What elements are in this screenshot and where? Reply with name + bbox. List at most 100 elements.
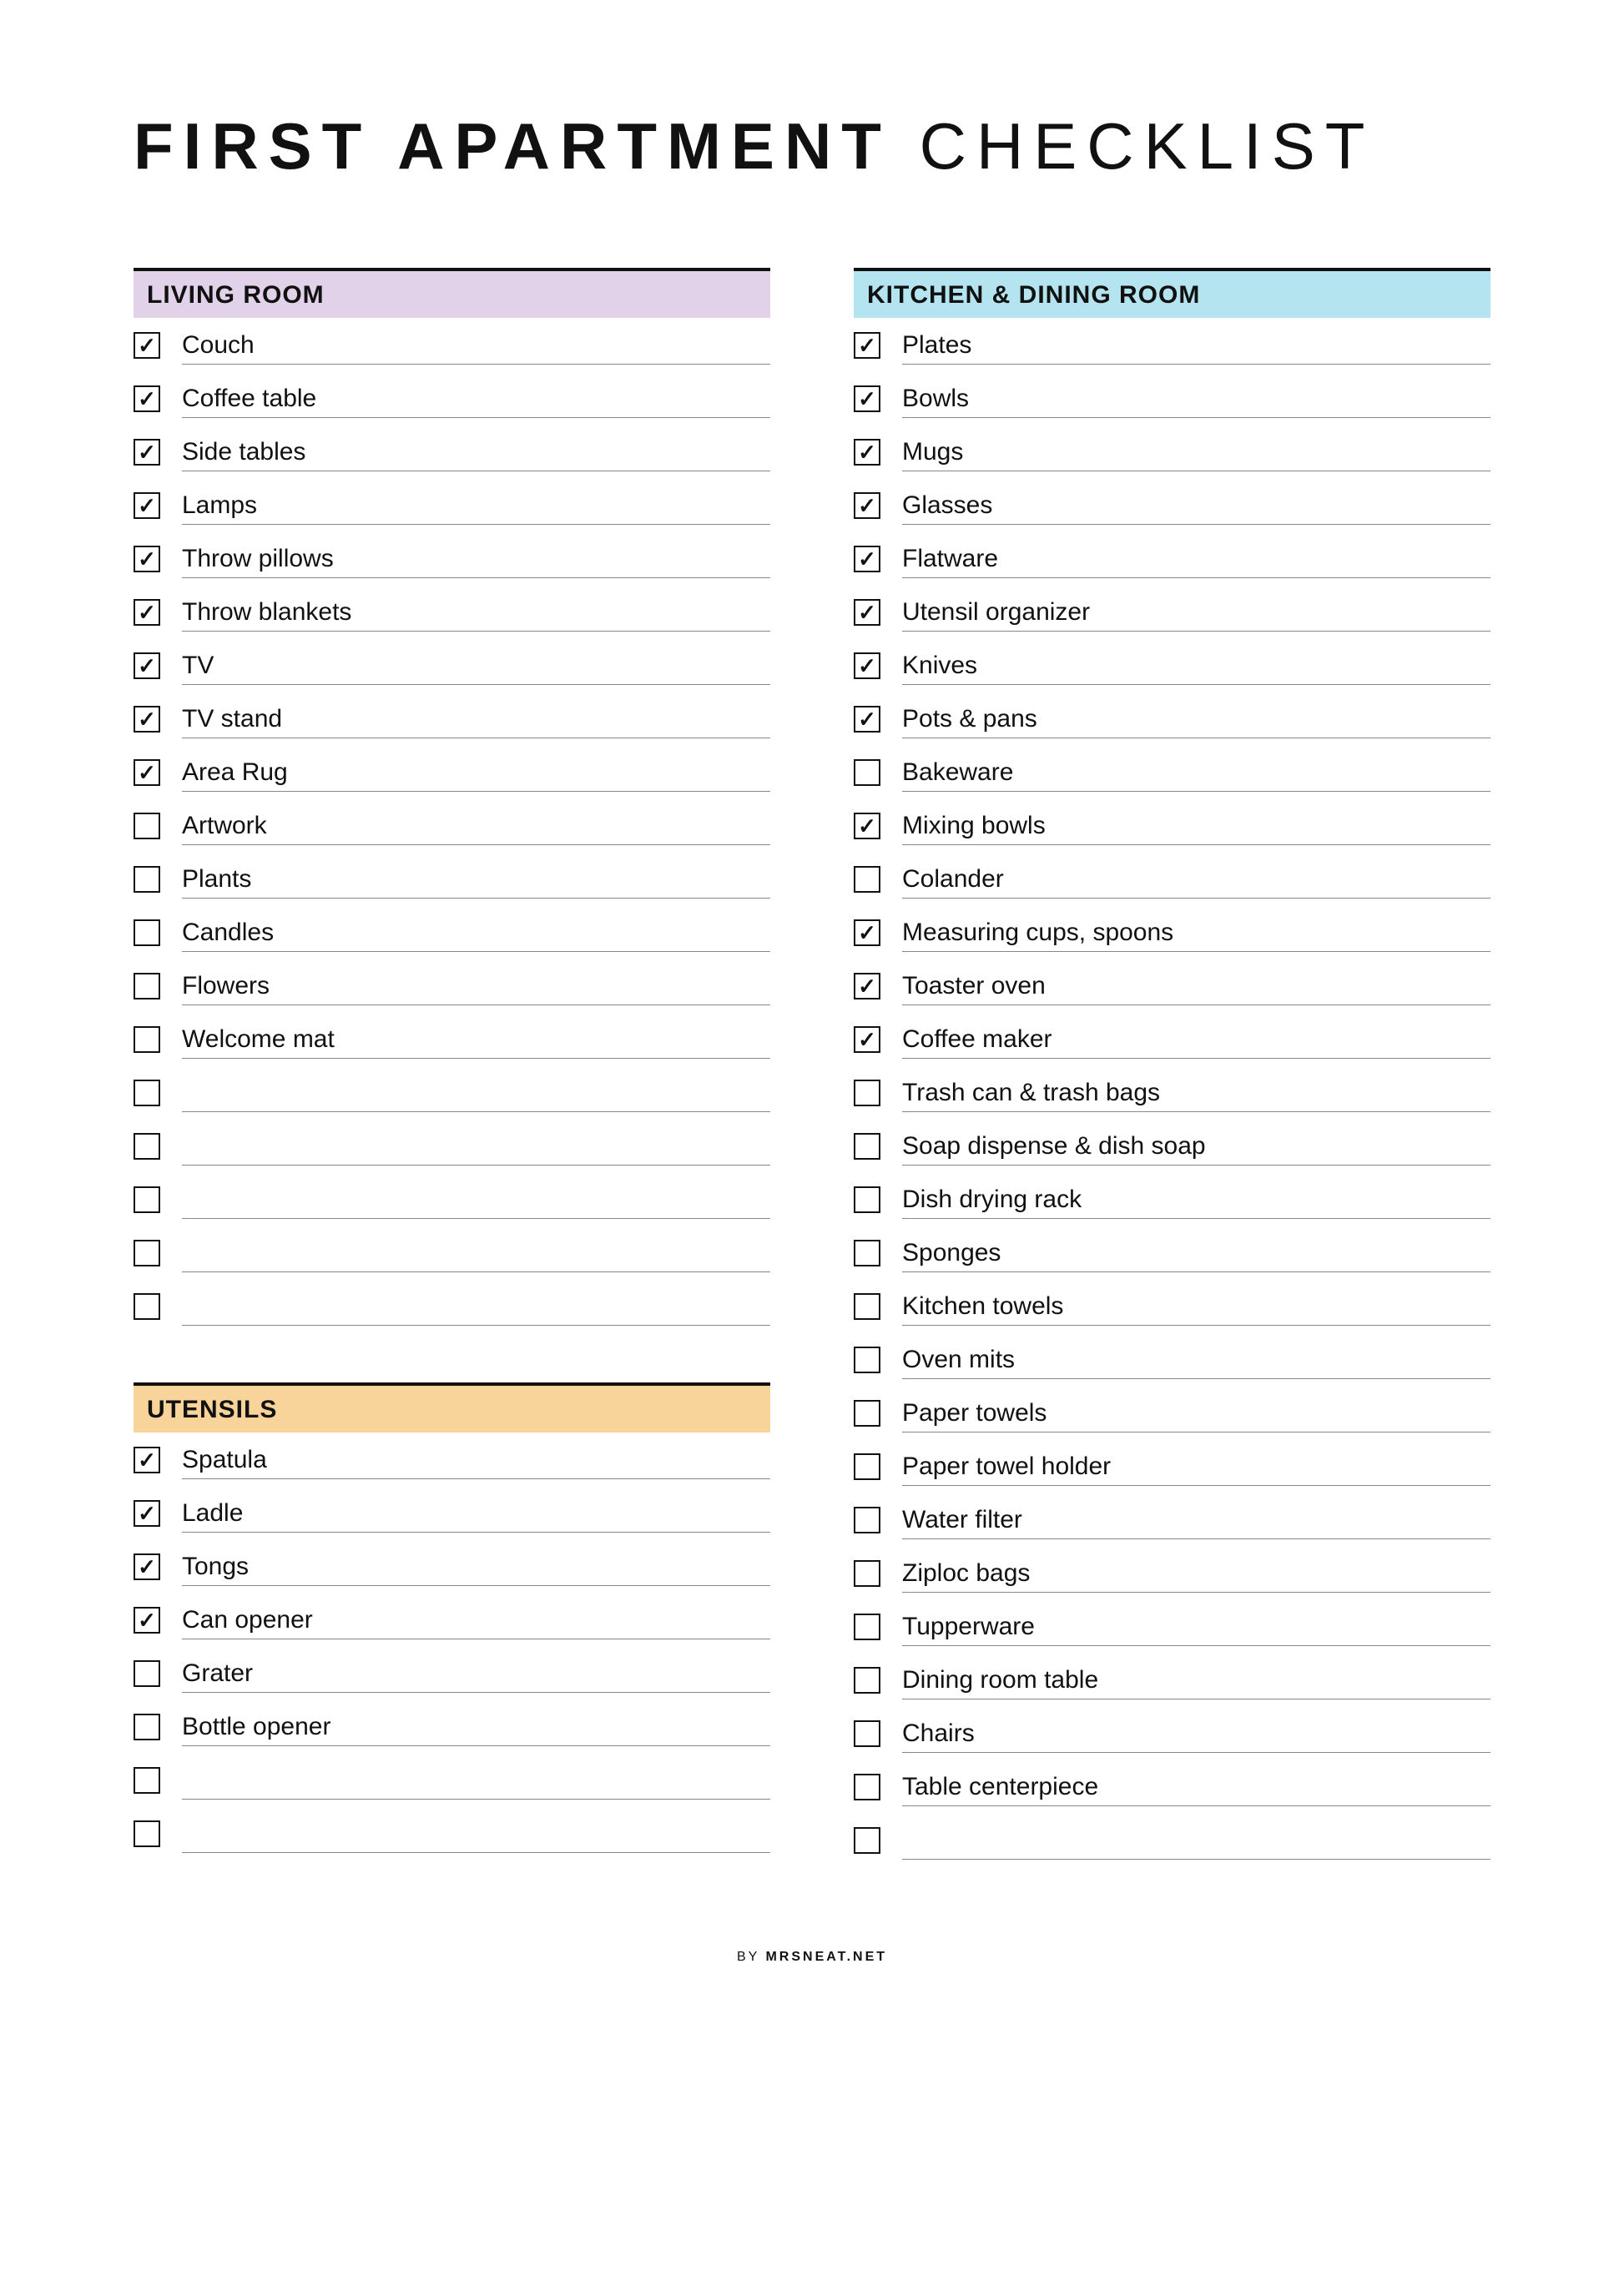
checkbox[interactable] bbox=[134, 759, 160, 786]
checkbox[interactable] bbox=[854, 1507, 880, 1533]
item-label-line: Throw pillows bbox=[182, 540, 770, 578]
checkbox[interactable] bbox=[134, 706, 160, 733]
checkbox[interactable] bbox=[854, 759, 880, 786]
checkbox[interactable] bbox=[134, 1607, 160, 1634]
column-right: KITCHEN & DINING ROOMPlatesBowlsMugsGlas… bbox=[854, 268, 1490, 1916]
checkbox[interactable] bbox=[134, 1714, 160, 1740]
checkbox[interactable] bbox=[134, 439, 160, 466]
checkbox[interactable] bbox=[134, 599, 160, 626]
item-label: Grater bbox=[182, 1659, 253, 1688]
checkbox[interactable] bbox=[854, 1614, 880, 1640]
item-label-line: Candles bbox=[182, 914, 770, 952]
section-living-room: LIVING ROOMCouchCoffee tableSide tablesL… bbox=[134, 268, 770, 1332]
list-item: TV bbox=[134, 638, 770, 692]
checkbox[interactable] bbox=[134, 1820, 160, 1847]
checkbox[interactable] bbox=[854, 1774, 880, 1800]
checkbox[interactable] bbox=[854, 973, 880, 999]
item-label: Flatware bbox=[902, 545, 998, 573]
item-label-line: Bowls bbox=[902, 380, 1490, 418]
checkbox[interactable] bbox=[134, 1767, 160, 1794]
checkbox[interactable] bbox=[134, 1447, 160, 1473]
list-item: Plants bbox=[134, 852, 770, 905]
list-item: Toaster oven bbox=[854, 959, 1490, 1012]
section-header: UTENSILS bbox=[134, 1382, 770, 1432]
checkbox[interactable] bbox=[854, 385, 880, 412]
list-item: Can opener bbox=[134, 1593, 770, 1646]
item-label: Bakeware bbox=[902, 758, 1013, 787]
checkbox[interactable] bbox=[134, 1026, 160, 1053]
checkbox[interactable] bbox=[134, 1293, 160, 1320]
list-item bbox=[134, 1753, 770, 1806]
list-item: Plates bbox=[854, 318, 1490, 371]
list-item: Area Rug bbox=[134, 745, 770, 798]
checkbox[interactable] bbox=[134, 1500, 160, 1527]
checkbox[interactable] bbox=[134, 973, 160, 999]
item-label-line: Paper towel holder bbox=[902, 1448, 1490, 1486]
checkbox[interactable] bbox=[854, 599, 880, 626]
checkbox[interactable] bbox=[854, 1080, 880, 1106]
item-label: TV stand bbox=[182, 705, 282, 733]
checkbox[interactable] bbox=[854, 1293, 880, 1320]
item-label: Toaster oven bbox=[902, 972, 1046, 1000]
checkbox[interactable] bbox=[134, 385, 160, 412]
checkbox[interactable] bbox=[854, 332, 880, 359]
checkbox[interactable] bbox=[854, 1133, 880, 1160]
item-label: Tupperware bbox=[902, 1613, 1035, 1641]
checkbox[interactable] bbox=[854, 1827, 880, 1854]
checkbox[interactable] bbox=[134, 919, 160, 946]
checkbox[interactable] bbox=[854, 652, 880, 679]
footer: BY MRSNEAT.NET bbox=[134, 1950, 1490, 1965]
checkbox[interactable] bbox=[854, 1400, 880, 1427]
item-label: Pots & pans bbox=[902, 705, 1037, 733]
list-item: Throw blankets bbox=[134, 585, 770, 638]
list-item: Grater bbox=[134, 1646, 770, 1699]
checkbox[interactable] bbox=[134, 1133, 160, 1160]
checkbox[interactable] bbox=[134, 866, 160, 893]
checkbox[interactable] bbox=[134, 1553, 160, 1580]
checkbox[interactable] bbox=[854, 1240, 880, 1266]
checkbox[interactable] bbox=[854, 546, 880, 572]
checkbox[interactable] bbox=[854, 919, 880, 946]
checkbox[interactable] bbox=[134, 1240, 160, 1266]
checkbox[interactable] bbox=[854, 1667, 880, 1694]
item-label: Soap dispense & dish soap bbox=[902, 1132, 1206, 1161]
item-label: Couch bbox=[182, 331, 255, 360]
checkbox[interactable] bbox=[134, 1186, 160, 1213]
list-item: Bowls bbox=[854, 371, 1490, 425]
list-item: Throw pillows bbox=[134, 531, 770, 585]
checkbox[interactable] bbox=[854, 439, 880, 466]
item-label-line: Flatware bbox=[902, 540, 1490, 578]
section-header: LIVING ROOM bbox=[134, 268, 770, 318]
list-item: Water filter bbox=[854, 1493, 1490, 1546]
checkbox[interactable] bbox=[854, 706, 880, 733]
checkbox[interactable] bbox=[134, 546, 160, 572]
item-label: Trash can & trash bags bbox=[902, 1079, 1160, 1107]
checkbox[interactable] bbox=[854, 1720, 880, 1747]
list-item bbox=[134, 1172, 770, 1226]
list-item bbox=[134, 1226, 770, 1279]
item-label-line: Plants bbox=[182, 860, 770, 899]
checkbox[interactable] bbox=[854, 492, 880, 519]
checkbox[interactable] bbox=[854, 1560, 880, 1587]
checkbox[interactable] bbox=[134, 1660, 160, 1687]
item-label: Sponges bbox=[902, 1239, 1001, 1267]
checkbox[interactable] bbox=[134, 492, 160, 519]
checkbox[interactable] bbox=[854, 813, 880, 839]
item-label: Utensil organizer bbox=[902, 598, 1090, 627]
checkbox[interactable] bbox=[134, 652, 160, 679]
column-left: LIVING ROOMCouchCoffee tableSide tablesL… bbox=[134, 268, 770, 1916]
list-item: Dish drying rack bbox=[854, 1172, 1490, 1226]
checkbox[interactable] bbox=[854, 1026, 880, 1053]
item-label-line: Grater bbox=[182, 1654, 770, 1693]
item-label: Tongs bbox=[182, 1553, 249, 1581]
checkbox[interactable] bbox=[854, 1453, 880, 1480]
checkbox[interactable] bbox=[134, 1080, 160, 1106]
checkbox[interactable] bbox=[134, 332, 160, 359]
list-item: TV stand bbox=[134, 692, 770, 745]
item-label-line: Plates bbox=[902, 326, 1490, 365]
checkbox[interactable] bbox=[854, 866, 880, 893]
item-label-line: Artwork bbox=[182, 807, 770, 845]
checkbox[interactable] bbox=[854, 1186, 880, 1213]
checkbox[interactable] bbox=[134, 813, 160, 839]
checkbox[interactable] bbox=[854, 1347, 880, 1373]
